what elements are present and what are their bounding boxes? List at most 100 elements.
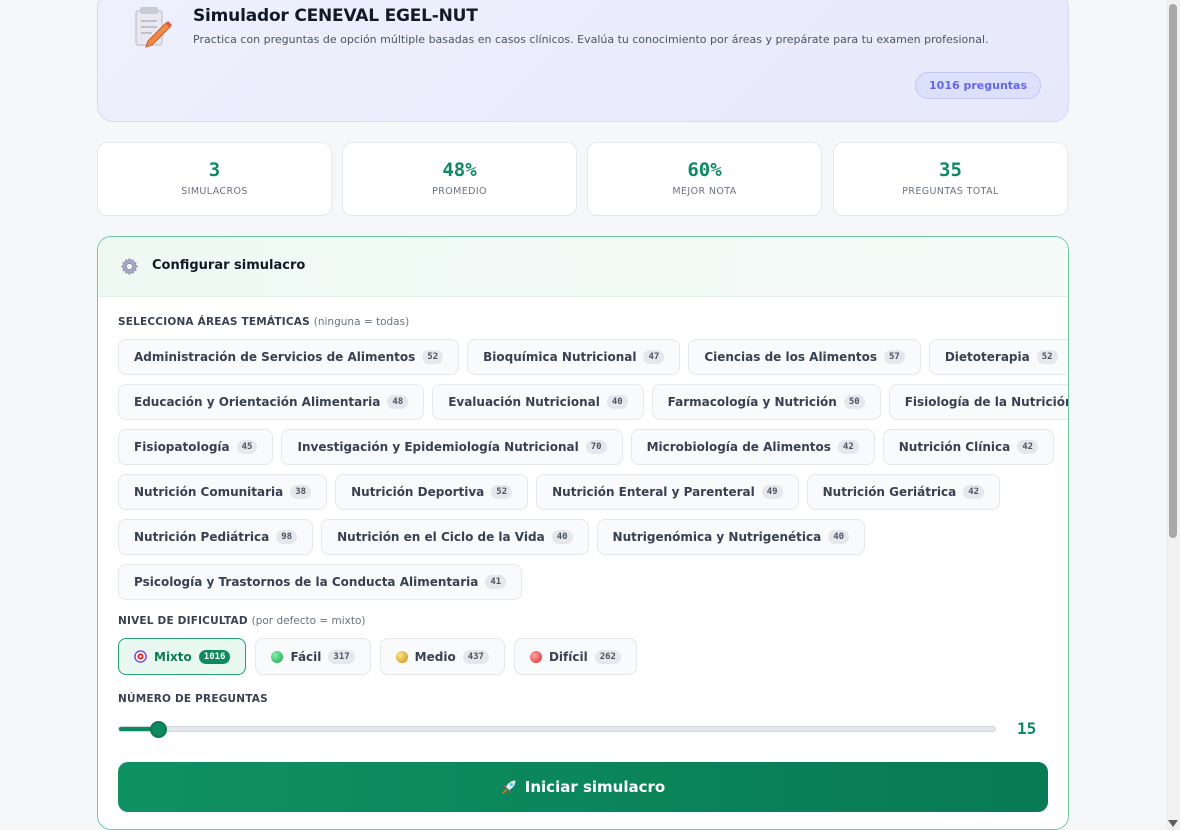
questions-slider-value: 15 (1017, 719, 1037, 738)
area-chip[interactable]: Dietoterapia 52 (928, 339, 1068, 375)
gear-icon (121, 257, 138, 276)
chip-row: Educación y Orientación Alimentaria 48 Ev… (118, 384, 1068, 420)
area-name: Nutrición Pediátrica (134, 530, 270, 544)
area-chip[interactable]: Nutrición en el Ciclo de la Vida 40 (321, 519, 589, 555)
difficulty-option-medio[interactable]: Medio 437 (379, 638, 505, 675)
area-chip[interactable]: Farmacología y Nutrición 50 (651, 384, 881, 420)
area-count: 40 (828, 530, 850, 544)
area-count: 42 (837, 440, 859, 454)
area-count: 40 (551, 530, 573, 544)
stat-value: 35 (939, 159, 962, 181)
areas-hint: (ninguna = todas) (313, 316, 410, 328)
area-chip[interactable]: Bioquímica Nutricional 47 (467, 339, 681, 375)
difficulty-option-dificil[interactable]: Difícil 262 (513, 638, 637, 675)
difficulty-options: Mixto 1016 Fácil 317 Medio 437 Difícil 2… (118, 638, 637, 675)
page-subtitle: Practica con preguntas de opción múltipl… (193, 33, 989, 46)
area-count: 42 (963, 485, 985, 499)
area-name: Nutrición Deportiva (351, 485, 485, 499)
difficulty-option-mixto[interactable]: Mixto 1016 (118, 638, 247, 675)
area-chip[interactable]: Ciencias de los Alimentos 57 (688, 339, 921, 375)
area-name: Farmacología y Nutrición (667, 395, 837, 409)
area-chip[interactable]: Microbiología de Alimentos 42 (630, 429, 875, 465)
area-name: Evaluación Nutricional (448, 395, 600, 409)
notepad-pencil-icon (135, 7, 172, 48)
area-count: 48 (387, 395, 409, 409)
area-count: 45 (236, 440, 258, 454)
area-name: Dietoterapia (944, 350, 1030, 364)
difficulty-name: Mixto (154, 649, 192, 664)
area-name: Nutrición Comunitaria (134, 485, 284, 499)
area-count: 70 (585, 440, 607, 454)
difficulty-count: 262 (594, 649, 621, 664)
area-name: Nutrigenómica y Nutrigenética (612, 530, 822, 544)
area-chip[interactable]: Nutrición Geriátrica 42 (806, 474, 1001, 510)
page-title: Simulador CENEVAL EGEL-NUT (193, 6, 478, 26)
start-button-label: Iniciar simulacro (524, 778, 666, 796)
red-circle-icon (529, 650, 542, 663)
config-header: Configurar simulacro (98, 237, 1068, 297)
area-name: Administración de Servicios de Alimentos (134, 350, 416, 364)
difficulty-count: 437 (462, 649, 489, 664)
area-name: Nutrición Enteral y Parenteral (552, 485, 755, 499)
yellow-circle-icon (395, 650, 408, 663)
area-chip[interactable]: Nutrición Comunitaria 38 (118, 474, 328, 510)
area-name: Nutrición Clínica (898, 440, 1011, 454)
area-chip[interactable]: Fisiología de la Nutrición71 (888, 384, 1069, 420)
area-chip[interactable]: Administración de Servicios de Alimentos… (118, 339, 460, 375)
area-count: 42 (1017, 440, 1039, 454)
area-count: 47 (643, 350, 665, 364)
header-card: Simulador CENEVAL EGEL-NUT Practica con … (97, 0, 1069, 122)
area-chip[interactable]: Nutrigenómica y Nutrigenética 40 (596, 519, 866, 555)
questions-slider-thumb[interactable] (150, 721, 168, 738)
area-chip[interactable]: Nutrición Enteral y Parenteral 49 (536, 474, 799, 510)
area-name: Microbiología de Alimentos (646, 440, 831, 454)
stat-card-promedio: 48% PROMEDIO (342, 142, 577, 216)
chip-row: Nutrición Comunitaria 38 Nutrición Deport… (118, 474, 1058, 510)
chip-row: Fisiopatología 45 Investigación y Epidemi… (118, 429, 1058, 465)
target-icon (134, 650, 147, 663)
scroll-down-arrow-icon[interactable] (1168, 820, 1178, 827)
stat-label: PROMEDIO (432, 186, 487, 197)
questions-label: NÚMERO DE PREGUNTAS (118, 693, 268, 705)
area-count: 50 (843, 395, 865, 409)
stat-label: SIMULACROS (181, 186, 248, 197)
area-chip[interactable]: Educación y Orientación Alimentaria 48 (118, 384, 425, 420)
area-count: 38 (290, 485, 312, 499)
difficulty-count: 317 (328, 649, 355, 664)
area-name: Educación y Orientación Alimentaria (134, 395, 381, 409)
area-chip[interactable]: Fisiopatología 45 (118, 429, 274, 465)
chip-row: Administración de Servicios de Alimentos… (118, 339, 1068, 375)
area-name: Bioquímica Nutricional (483, 350, 637, 364)
green-circle-icon (271, 650, 284, 663)
stat-label: MEJOR NOTA (672, 186, 737, 197)
area-chip[interactable]: Nutrición Pediátrica 98 (118, 519, 314, 555)
questions-slider-track[interactable] (118, 726, 996, 732)
start-simulation-button[interactable]: Iniciar simulacro (118, 762, 1048, 812)
page-scrollbar[interactable] (1166, 0, 1180, 830)
area-name: Fisiopatología (134, 440, 230, 454)
difficulty-count: 1016 (198, 649, 231, 664)
area-chip[interactable]: Evaluación Nutricional 40 (432, 384, 644, 420)
areas-label: SELECCIONA ÁREAS TEMÁTICAS (118, 316, 310, 328)
area-name: Nutrición en el Ciclo de la Vida (337, 530, 545, 544)
difficulty-option-facil[interactable]: Fácil 317 (255, 638, 371, 675)
chip-row: Nutrición Pediátrica 98 Nutrición en el C… (118, 519, 1058, 555)
area-count: 52 (1036, 350, 1058, 364)
stat-value: 3 (208, 159, 221, 181)
scrollbar-thumb[interactable] (1169, 4, 1177, 538)
area-name: Fisiología de la Nutrición (904, 395, 1069, 409)
stat-label: PREGUNTAS TOTAL (902, 186, 999, 197)
area-name: Investigación y Epidemiología Nutriciona… (297, 440, 579, 454)
area-count: 57 (883, 350, 905, 364)
area-chip[interactable]: Nutrición Clínica 42 (882, 429, 1055, 465)
area-count: 41 (485, 575, 507, 589)
area-count: 52 (422, 350, 444, 364)
area-chip[interactable]: Nutrición Deportiva 52 (335, 474, 529, 510)
area-count: 98 (276, 530, 298, 544)
difficulty-name: Fácil (290, 649, 322, 664)
area-chip[interactable]: Psicología y Trastornos de la Conducta A… (118, 564, 523, 600)
area-chip-list: Administración de Servicios de Alimentos… (118, 339, 1068, 609)
area-chip[interactable]: Investigación y Epidemiología Nutriciona… (281, 429, 623, 465)
stat-value: 48% (442, 159, 477, 181)
difficulty-section-label: NIVEL DE DIFICULTAD (por defecto = mixto… (118, 615, 366, 627)
